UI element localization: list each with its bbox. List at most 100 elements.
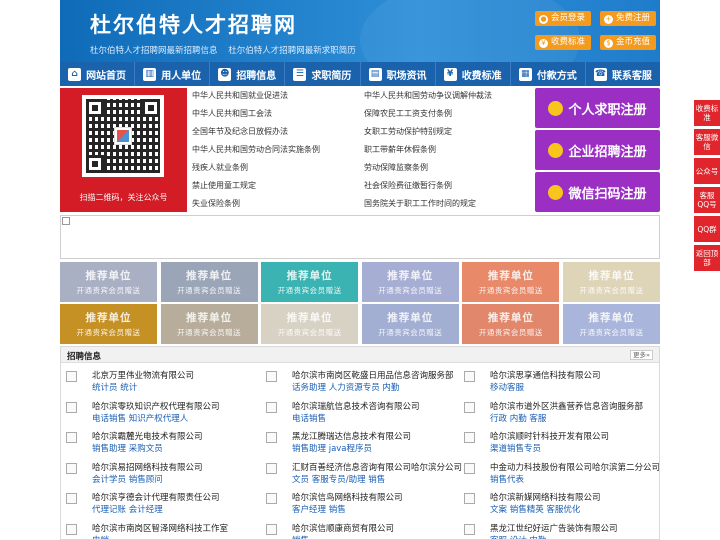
position-links[interactable]: 销售 <box>292 534 309 540</box>
position-links[interactable]: 电销 <box>92 534 109 540</box>
position-links[interactable]: 电话销售 知识产权代理人 <box>92 412 188 424</box>
company-name-link[interactable]: 哈尔滨市南岗区智泽网络科技工作室 <box>92 522 228 534</box>
recommended-employer-tile[interactable]: 推荐单位 开通贵宾会员赠送 <box>462 262 560 302</box>
company-logo-icon[interactable] <box>266 493 277 504</box>
law-link[interactable]: 中华人民共和国就业促进法 <box>192 90 288 101</box>
law-link[interactable]: 中华人民共和国工会法 <box>192 108 272 119</box>
position-links[interactable]: 文员 客服专员/助理 销售 <box>292 473 385 485</box>
company-name-link[interactable]: 哈尔滨思享通信科技有限公司 <box>490 369 601 381</box>
company-name-link[interactable]: 哈尔滨信顺康商贸有限公司 <box>292 522 394 534</box>
nav-item-resumes[interactable]: ☰ 求职简历 <box>285 62 361 86</box>
recommended-employer-tile[interactable]: 推荐单位 开通贵宾会员赠送 <box>60 304 157 344</box>
company-logo-icon[interactable] <box>464 371 475 382</box>
position-links[interactable]: 电话销售 <box>292 412 326 424</box>
company-name-link[interactable]: 哈尔滨零玖知识产权代理有限公司 <box>92 400 220 412</box>
law-link[interactable]: 禁止使用童工规定 <box>192 180 256 191</box>
login-button[interactable]: ● 会员登录 <box>535 11 592 26</box>
position-links[interactable]: 客户经理 销售 <box>292 503 346 515</box>
side-wechat-service[interactable]: 客服微信 <box>694 129 720 155</box>
company-logo-icon[interactable] <box>464 493 475 504</box>
position-links[interactable]: 销售代表 <box>490 473 524 485</box>
law-link[interactable]: 全国年节及纪念日放假办法 <box>192 126 288 137</box>
position-links[interactable]: 会计学员 销售顾问 <box>92 473 163 485</box>
company-name-link[interactable]: 哈尔滨市南岗区乾盛日用品信息咨询服务部 <box>292 369 454 381</box>
recommended-employer-tile[interactable]: 推荐单位 开通贵宾会员赠送 <box>361 262 459 302</box>
company-logo-icon[interactable] <box>66 523 77 535</box>
side-back-to-top[interactable]: 返回顶部 <box>694 245 720 271</box>
position-links[interactable]: 代理记账 会计经理 <box>92 503 163 515</box>
position-links[interactable]: 统计员 统计 <box>92 381 137 393</box>
position-links[interactable]: 客服 设计 内勤 <box>490 534 546 540</box>
recommended-employer-tile[interactable]: 推荐单位 开通贵宾会员赠送 <box>563 304 660 344</box>
nav-item-news[interactable]: ▤ 职场资讯 <box>361 62 436 86</box>
company-logo-icon[interactable] <box>266 371 277 382</box>
position-links[interactable]: 销售助理 采购文员 <box>92 442 163 454</box>
company-name-link[interactable]: 哈尔滨瑞航信息技术咨询有限公司 <box>292 400 420 412</box>
company-logo-icon[interactable] <box>266 523 277 535</box>
law-link[interactable]: 劳动保障监察条例 <box>364 162 428 173</box>
law-link[interactable]: 女职工劳动保护特别规定 <box>364 126 452 137</box>
company-logo-icon[interactable] <box>464 523 475 535</box>
company-logo-icon[interactable] <box>266 432 277 443</box>
company-logo-icon[interactable] <box>66 432 77 443</box>
company-name-link[interactable]: 哈尔滨亨德会计代理有限责任公司 <box>92 491 220 503</box>
company-name-link[interactable]: 哈尔滨新媒网络科技有限公司 <box>490 491 601 503</box>
nav-item-home[interactable]: ⌂ 网站首页 <box>60 62 136 86</box>
company-name-link[interactable]: 黑龙江腾瑞达信息技术有限公司 <box>292 430 411 442</box>
position-links[interactable]: 文案 销售精英 客服优化 <box>490 503 580 515</box>
company-name-link[interactable]: 黑龙江世纪好运广告装饰有限公司 <box>490 522 618 534</box>
nav-item-jobs[interactable]: ☻ 招聘信息 <box>210 62 286 86</box>
law-link[interactable]: 职工带薪年休假条例 <box>364 144 436 155</box>
side-pricing[interactable]: 收费标准 <box>694 100 720 126</box>
company-name-link[interactable]: 哈尔滨市道外区洪鑫营养信息咨询服务部 <box>490 400 643 412</box>
position-links[interactable]: 销售助理 java程序员 <box>292 442 372 454</box>
company-logo-icon[interactable] <box>66 462 77 474</box>
recommended-employer-tile[interactable]: 推荐单位 开通贵宾会员赠送 <box>361 304 459 344</box>
company-name-link[interactable]: 北京万里伟业物流有限公司 <box>92 369 194 381</box>
recommended-employer-tile[interactable]: 推荐单位 开通贵宾会员赠送 <box>261 304 359 344</box>
company-name-link[interactable]: 哈尔滨霸麓光电技术有限公司 <box>92 430 203 442</box>
company-logo-icon[interactable] <box>266 462 277 474</box>
law-link[interactable]: 国务院关于职工工作时间的规定 <box>364 198 476 209</box>
recommended-employer-tile[interactable]: 推荐单位 开通贵宾会员赠送 <box>563 262 660 302</box>
company-logo-icon[interactable] <box>464 401 475 413</box>
company-logo-icon[interactable] <box>266 401 277 413</box>
law-link[interactable]: 残疾人就业条例 <box>192 162 248 173</box>
company-logo-icon[interactable] <box>464 432 475 443</box>
recommended-employer-tile[interactable]: 推荐单位 开通贵宾会员赠送 <box>462 304 560 344</box>
recommended-employer-tile[interactable]: 推荐单位 开通贵宾会员赠送 <box>60 262 157 302</box>
side-official-account[interactable]: 公众号 <box>694 158 720 184</box>
banner-image[interactable] <box>60 215 660 259</box>
law-link[interactable]: 中华人民共和国劳动合同法实施条例 <box>192 144 320 155</box>
recharge-button[interactable]: $ 金币充值 <box>600 35 657 50</box>
company-name-link[interactable]: 哈尔滨顺时针科技开发有限公司 <box>490 430 609 442</box>
company-logo-icon[interactable] <box>66 493 77 504</box>
company-logo-icon[interactable] <box>66 401 77 413</box>
company-name-link[interactable]: 哈尔滨信鸟网络科技有限公司 <box>292 491 403 503</box>
nav-item-pricing[interactable]: ¥ 收费标准 <box>436 62 511 86</box>
company-name-link[interactable]: 汇财百善经济信息咨询有限公司哈尔滨分公司 <box>292 461 462 473</box>
recommended-employer-tile[interactable]: 推荐单位 开通贵宾会员赠送 <box>160 262 258 302</box>
subtitle-jobs-link[interactable]: 杜尔伯特人才招聘网最新招聘信息 <box>90 46 218 56</box>
personal-register-button[interactable]: 个人求职注册 <box>535 88 660 128</box>
position-links[interactable]: 行政 内勤 客服 <box>490 412 546 424</box>
law-link[interactable]: 失业保险条例 <box>192 198 240 209</box>
nav-item-payment[interactable]: ▦ 付款方式 <box>511 62 586 86</box>
company-logo-icon[interactable] <box>66 371 77 382</box>
subtitle-resumes-link[interactable]: 杜尔伯特人才招聘网最新求职简历 <box>228 46 356 56</box>
position-links[interactable]: 话务助理 人力资源专员 内勤 <box>292 381 399 393</box>
company-name-link[interactable]: 哈尔滨易招网络科技有限公司 <box>92 461 203 473</box>
nav-item-employers[interactable]: ▥ 用人单位 <box>135 62 211 86</box>
recommended-employer-tile[interactable]: 推荐单位 开通贵宾会员赠送 <box>160 304 258 344</box>
position-links[interactable]: 移动客服 <box>490 381 524 393</box>
pricing-button[interactable]: ¥ 收费标准 <box>535 35 592 50</box>
recommended-employer-tile[interactable]: 推荐单位 开通贵宾会员赠送 <box>261 262 359 302</box>
company-register-button[interactable]: 企业招聘注册 <box>535 130 660 170</box>
position-links[interactable]: 渠道销售专员 <box>490 442 541 454</box>
more-link[interactable]: 更多» <box>630 350 653 360</box>
wechat-register-button[interactable]: 微信扫码注册 <box>535 172 660 212</box>
nav-item-contact[interactable]: ☎ 联系客服 <box>586 62 660 86</box>
law-link[interactable]: 保障农民工工资支付条例 <box>364 108 452 119</box>
side-qq-service[interactable]: 客服QQ号 <box>694 187 720 213</box>
company-name-link[interactable]: 中金动力科技股份有限公司哈尔滨第二分公司 <box>490 461 659 473</box>
